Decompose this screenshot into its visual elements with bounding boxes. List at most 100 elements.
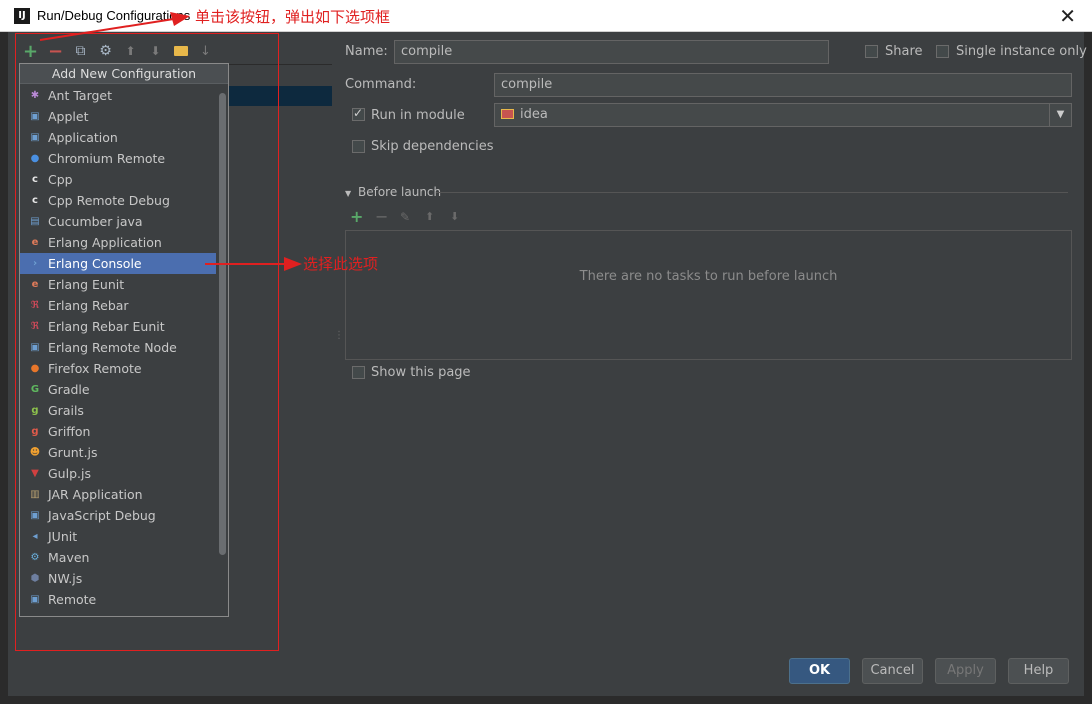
popup-item-label: NW.js <box>48 571 83 586</box>
popup-item[interactable]: ▼ Gulp.js <box>20 463 216 484</box>
single-instance-label: Single instance only <box>956 44 1087 59</box>
gradle-icon: G <box>30 384 40 395</box>
annotation-select-option: 选择此选项 <box>303 255 379 273</box>
ok-button[interactable]: OK <box>789 658 850 684</box>
cpp-remote-icon: c <box>32 195 38 206</box>
popup-item-label: Remote <box>48 592 97 607</box>
cpp-icon: c <box>32 174 38 185</box>
module-folder-icon <box>501 109 514 119</box>
popup-item[interactable]: ⬢ NW.js <box>20 568 216 589</box>
popup-item-label: JavaScript Debug <box>48 508 156 523</box>
js-debug-icon: ▣ <box>30 510 40 521</box>
run-debug-dialog: IJ Run/Debug Configurations 单击该按钮，弹出如下选项… <box>0 0 1092 704</box>
skip-dependencies-label: Skip dependencies <box>371 139 494 154</box>
skip-dependencies-checkbox[interactable] <box>352 140 365 153</box>
command-label: Command: <box>345 77 417 92</box>
popup-item[interactable]: G Gradle <box>20 379 216 400</box>
popup-item-label: Gulp.js <box>48 466 91 481</box>
popup-item[interactable]: g Grails <box>20 400 216 421</box>
run-in-module-checkbox[interactable] <box>352 106 365 121</box>
popup-item-label: Applet <box>48 109 89 124</box>
remove-task-icon[interactable]: − <box>375 207 390 227</box>
popup-header: Add New Configuration <box>20 64 228 84</box>
before-launch-header[interactable]: ▼ Before launch <box>345 185 441 199</box>
cancel-button[interactable]: Cancel <box>862 658 923 684</box>
popup-item-label: Application <box>48 130 118 145</box>
popup-item[interactable]: g Griffon <box>20 421 216 442</box>
jar-icon: ▥ <box>30 489 40 500</box>
applet-icon: ▣ <box>30 111 40 122</box>
popup-item[interactable]: ⚙ Maven <box>20 547 216 568</box>
run-in-module-label: Run in module <box>371 108 465 123</box>
popup-item[interactable]: ✱ Ant Target <box>20 85 216 106</box>
popup-item[interactable]: ◂ JUnit <box>20 526 216 547</box>
module-select[interactable]: idea ▼ <box>494 103 1072 127</box>
before-launch-tasks-list[interactable]: There are no tasks to run before launch <box>345 230 1072 360</box>
popup-item-label: Erlang Application <box>48 235 162 250</box>
before-launch-toolbar: + − ✎ ⬆ ⬇ <box>350 207 465 227</box>
popup-item[interactable]: c Cpp <box>20 169 216 190</box>
popup-item[interactable]: ▤ Cucumber java <box>20 211 216 232</box>
popup-item[interactable]: › Erlang Console <box>20 253 216 274</box>
popup-item[interactable]: ▣ Erlang Remote Node <box>20 337 216 358</box>
grunt-icon: ☻ <box>29 447 41 458</box>
apply-button[interactable]: Apply <box>935 658 996 684</box>
popup-item[interactable]: ▣ JavaScript Debug <box>20 505 216 526</box>
background-editor-edge <box>0 32 8 704</box>
erlang-console-icon: › <box>32 258 38 269</box>
popup-item[interactable]: e Erlang Application <box>20 232 216 253</box>
popup-item[interactable]: ▣ Application <box>20 127 216 148</box>
popup-item-label: Chromium Remote <box>48 151 166 166</box>
popup-item-label: Griffon <box>48 424 91 439</box>
share-label: Share <box>885 44 923 59</box>
popup-item[interactable]: ▥ JAR Application <box>20 484 216 505</box>
background-editor-edge-right <box>1084 32 1092 704</box>
application-icon: ▣ <box>30 132 40 143</box>
popup-scroll-thumb[interactable] <box>219 93 226 555</box>
popup-item[interactable]: ☻ Grunt.js <box>20 442 216 463</box>
erlang-eunit-icon: e <box>31 279 39 290</box>
chevron-down-icon[interactable]: ▼ <box>1049 104 1071 126</box>
popup-item[interactable]: ▣ Applet <box>20 106 216 127</box>
popup-item[interactable]: ● Chromium Remote <box>20 148 216 169</box>
erlang-remote-icon: ▣ <box>30 342 40 353</box>
single-instance-checkbox[interactable] <box>936 45 949 58</box>
popup-item-label: Cpp <box>48 172 73 187</box>
nwjs-icon: ⬢ <box>30 573 40 584</box>
popup-scrollbar[interactable] <box>217 85 228 616</box>
popup-item-label: Grails <box>48 403 84 418</box>
firefox-icon: ● <box>30 363 40 374</box>
popup-item[interactable]: ▣ Remote <box>20 589 216 610</box>
task-down-icon[interactable]: ⬇ <box>450 207 465 227</box>
popup-item-label: Gradle <box>48 382 90 397</box>
add-task-icon[interactable]: + <box>350 207 365 227</box>
erlang-app-icon: e <box>31 237 39 248</box>
module-select-value: idea <box>520 107 548 122</box>
popup-item-label: Ant Target <box>48 88 113 103</box>
popup-item[interactable]: c Cpp Remote Debug <box>20 190 216 211</box>
close-icon[interactable]: ✕ <box>1059 4 1076 28</box>
popup-item[interactable]: ℜ Erlang Rebar <box>20 295 216 316</box>
title-bar: IJ Run/Debug Configurations 单击该按钮，弹出如下选项… <box>0 0 1092 32</box>
edit-task-icon[interactable]: ✎ <box>400 207 415 227</box>
splitter-handle[interactable]: ⋮ <box>334 331 344 348</box>
popup-item[interactable]: ℜ Erlang Rebar Eunit <box>20 316 216 337</box>
share-checkbox[interactable] <box>865 45 878 58</box>
name-input[interactable]: compile <box>394 40 829 64</box>
popup-item-label: JUnit <box>48 529 78 544</box>
popup-item-label: Erlang Rebar Eunit <box>48 319 165 334</box>
popup-item[interactable]: e Erlang Eunit <box>20 274 216 295</box>
popup-item[interactable]: ● Firefox Remote <box>20 358 216 379</box>
command-input[interactable]: compile <box>494 73 1072 97</box>
help-button[interactable]: Help <box>1008 658 1069 684</box>
triangle-down-icon: ▼ <box>345 189 352 198</box>
popup-item-label: Firefox Remote <box>48 361 142 376</box>
popup-item-label: Erlang Eunit <box>48 277 125 292</box>
no-tasks-text: There are no tasks to run before launch <box>579 269 838 284</box>
task-up-icon[interactable]: ⬆ <box>425 207 440 227</box>
show-page-checkbox[interactable] <box>352 366 365 379</box>
ant-icon: ✱ <box>30 90 40 101</box>
popup-item-label: JAR Application <box>48 487 143 502</box>
annotation-click-button: 单击该按钮，弹出如下选项框 <box>195 8 391 26</box>
popup-item-label: Erlang Remote Node <box>48 340 177 355</box>
